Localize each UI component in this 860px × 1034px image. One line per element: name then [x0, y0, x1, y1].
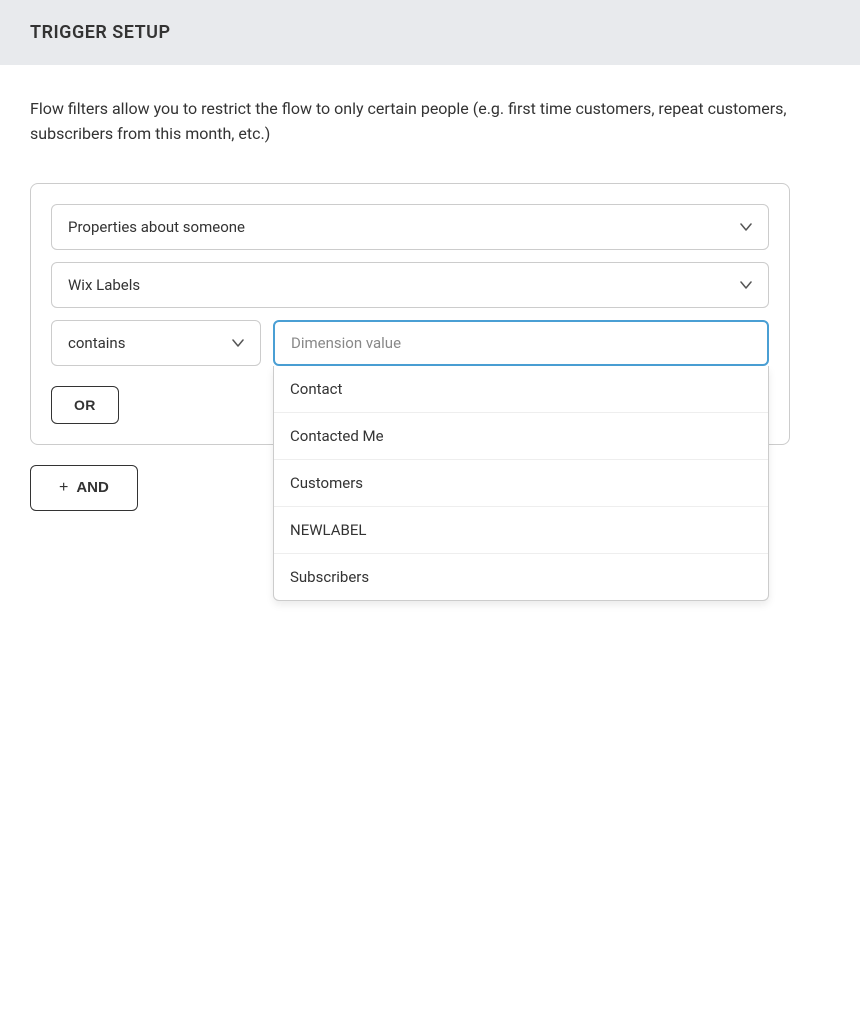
plus-icon: + — [59, 479, 68, 497]
page-container: TRIGGER SETUP Flow filters allow you to … — [0, 0, 860, 1034]
properties-select-wrapper: Properties about someone — [51, 204, 769, 250]
description-text: Flow filters allow you to restrict the f… — [30, 97, 790, 147]
value-dropdown-wrapper: Dimension value Contact Contacted Me Cus… — [273, 320, 769, 366]
labels-select-value: Wix Labels — [68, 276, 140, 294]
page-title: TRIGGER SETUP — [30, 22, 171, 43]
main-content: Flow filters allow you to restrict the f… — [0, 65, 860, 1034]
properties-select-value: Properties about someone — [68, 218, 245, 236]
dropdown-item-subscribers[interactable]: Subscribers — [274, 554, 768, 600]
dropdown-item-customers[interactable]: Customers — [274, 460, 768, 507]
chevron-down-icon-2 — [740, 281, 752, 289]
labels-select-wrapper: Wix Labels — [51, 262, 769, 308]
labels-select-row: Wix Labels — [51, 262, 769, 308]
or-button[interactable]: OR — [51, 386, 119, 424]
value-input-placeholder: Dimension value — [291, 334, 401, 352]
labels-select[interactable]: Wix Labels — [51, 262, 769, 308]
condition-value-row: contains Dimension value Contact Contac — [51, 320, 769, 366]
value-input[interactable]: Dimension value — [273, 320, 769, 366]
filter-container: Properties about someone Wix Labels — [30, 183, 790, 445]
condition-select-value: contains — [68, 334, 125, 352]
dropdown-item-newlabel[interactable]: NEWLABEL — [274, 507, 768, 554]
chevron-down-icon — [740, 223, 752, 231]
condition-select-wrapper: contains — [51, 320, 261, 366]
condition-select[interactable]: contains — [51, 320, 261, 366]
properties-select-row: Properties about someone — [51, 204, 769, 250]
properties-select[interactable]: Properties about someone — [51, 204, 769, 250]
chevron-down-icon-3 — [232, 339, 244, 347]
and-button-label: AND — [76, 479, 109, 496]
dropdown-item-contact[interactable]: Contact — [274, 366, 768, 413]
header-section: TRIGGER SETUP — [0, 0, 860, 65]
dropdown-item-contacted-me[interactable]: Contacted Me — [274, 413, 768, 460]
and-button[interactable]: + AND — [30, 465, 138, 511]
dropdown-list: Contact Contacted Me Customers NEWLABEL … — [273, 366, 769, 601]
